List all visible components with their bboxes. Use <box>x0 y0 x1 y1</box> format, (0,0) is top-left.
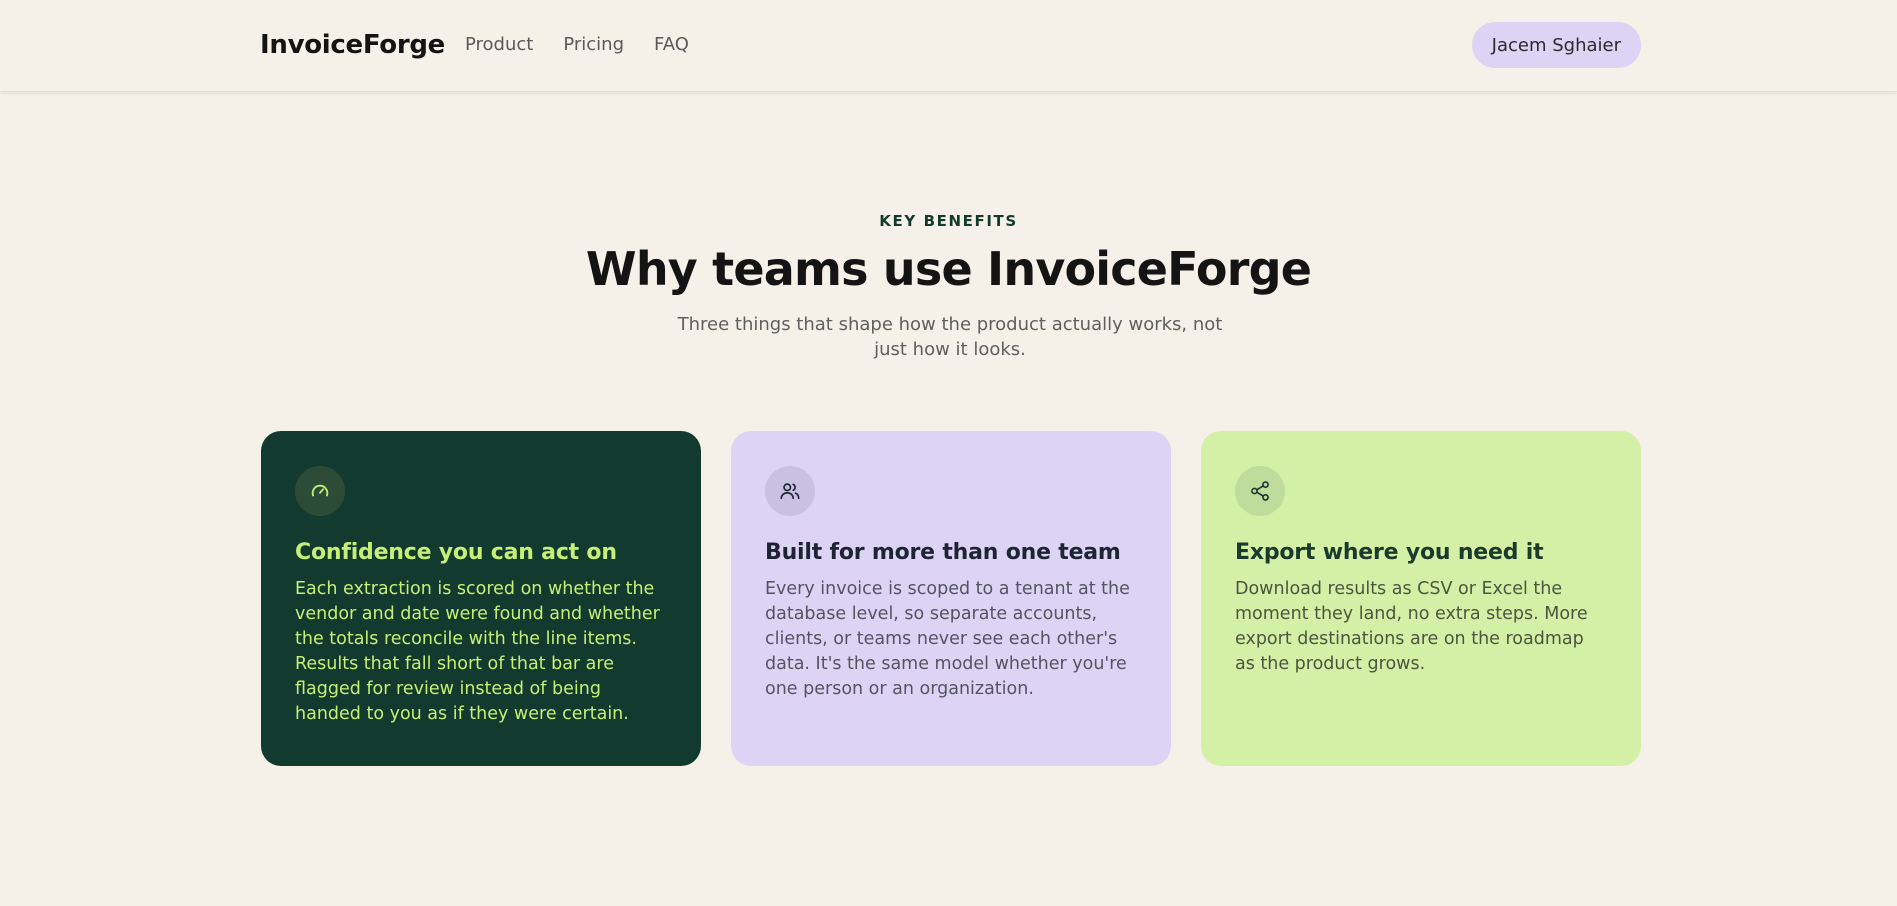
user-account-button[interactable]: Jacem Sghaier <box>1471 22 1641 68</box>
main-nav: Product Pricing FAQ <box>465 34 689 55</box>
nav-link-product[interactable]: Product <box>465 34 533 55</box>
benefit-card-title: Built for more than one team <box>765 540 1121 565</box>
top-navigation-bar: InvoiceForge Product Pricing FAQ Jacem S… <box>0 0 1897 92</box>
brand-logo[interactable]: InvoiceForge <box>260 30 445 60</box>
benefit-card-multi-team: Built for more than one team Every invoi… <box>731 431 1171 766</box>
benefit-card-export: Export where you need it Download result… <box>1201 431 1641 766</box>
nav-link-pricing[interactable]: Pricing <box>563 34 624 55</box>
share-icon <box>1235 466 1285 516</box>
gauge-icon <box>295 466 345 516</box>
benefit-card-description: Download results as CSV or Excel the mom… <box>1235 579 1588 674</box>
benefit-card-description: Every invoice is scoped to a tenant at t… <box>765 579 1130 699</box>
nav-link-faq[interactable]: FAQ <box>654 34 689 55</box>
benefit-card-confidence: Confidence you can act on Each extractio… <box>261 431 701 766</box>
benefit-card-title: Confidence you can act on <box>295 540 617 565</box>
section-subtitle: Three things that shape how the product … <box>677 314 1223 360</box>
section-title: Why teams use InvoiceForge <box>585 242 1312 296</box>
benefit-card-description: Each extraction is scored on whether the… <box>295 579 660 724</box>
section-eyebrow: KEY BENEFITS <box>879 212 1018 230</box>
users-icon <box>765 466 815 516</box>
benefit-card-title: Export where you need it <box>1235 540 1544 565</box>
